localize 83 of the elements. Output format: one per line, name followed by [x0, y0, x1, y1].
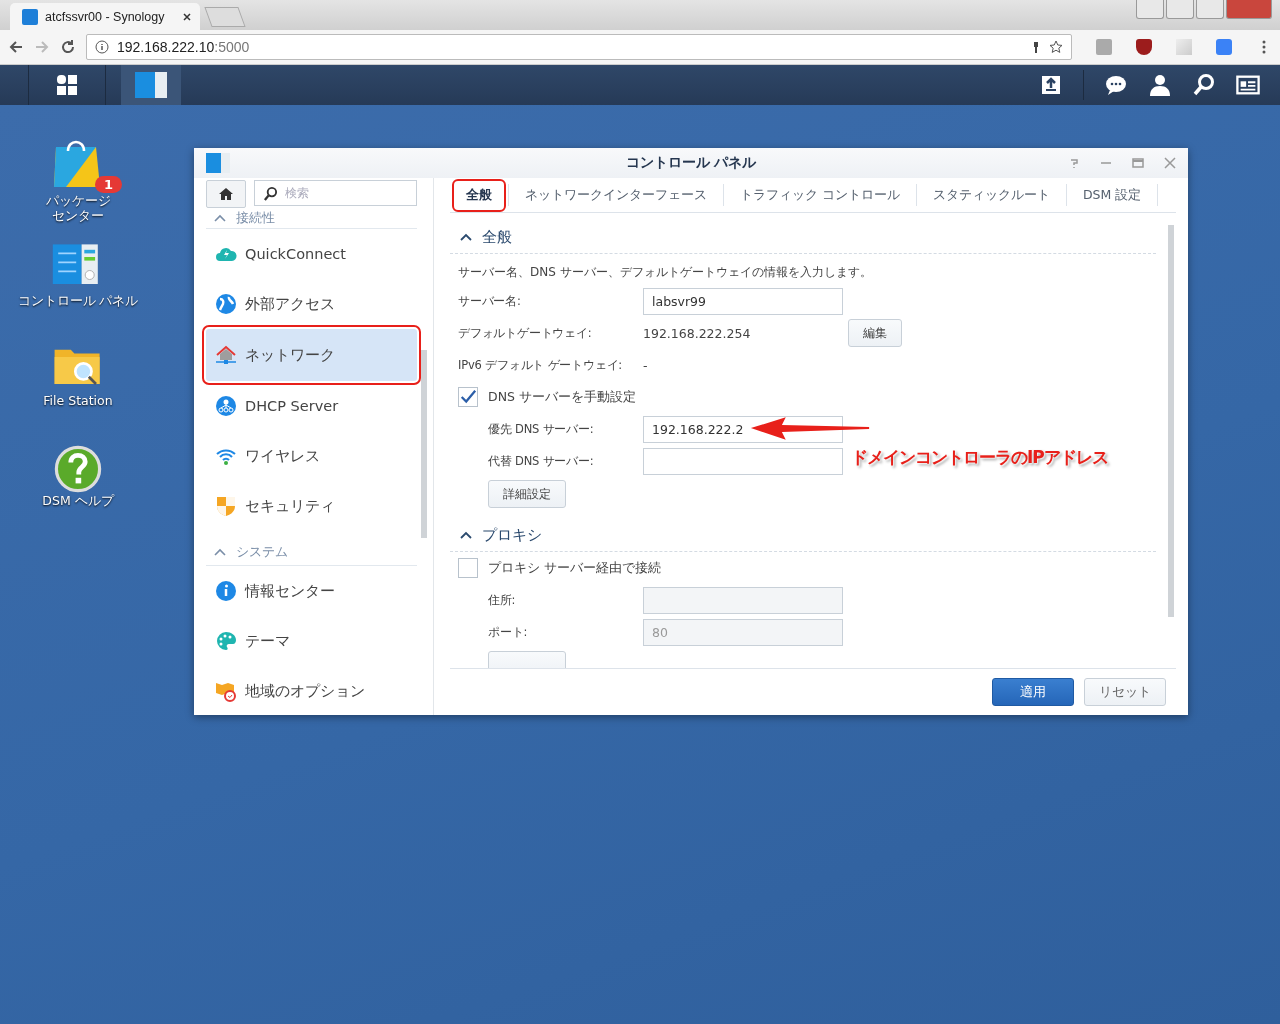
widgets-icon[interactable] — [1236, 73, 1260, 97]
field-label: 住所: — [488, 592, 517, 608]
sidebar-group-title: システム — [236, 543, 288, 561]
sidebar-item[interactable]: 地域のオプション — [206, 666, 417, 715]
edit-button[interactable]: 編集 — [848, 319, 902, 347]
checkbox[interactable] — [458, 387, 478, 407]
collapse-icon[interactable] — [460, 233, 472, 241]
checkbox-label[interactable]: DNS サーバーを手動設定 — [488, 388, 636, 406]
search-field[interactable]: 検索 — [254, 180, 417, 206]
tab[interactable]: ネットワークインターフェース — [509, 180, 723, 210]
sidebar-item[interactable]: 情報センター — [206, 566, 417, 616]
address-bar[interactable]: 192.168.222.10:5000 — [86, 34, 1072, 60]
dsm-favicon-icon — [22, 8, 38, 25]
home-icon — [218, 186, 234, 202]
shield-icon[interactable] — [1136, 39, 1152, 55]
browser-tab[interactable]: atcfssvr00 - Synology — [10, 3, 200, 30]
info-icon[interactable] — [95, 40, 109, 54]
notification-badge: 1 — [94, 176, 122, 193]
home-button[interactable] — [206, 180, 246, 208]
reload-icon[interactable] — [60, 39, 76, 55]
chat-icon[interactable] — [1104, 73, 1128, 97]
desktop-icon-label[interactable]: コントロール パネル — [17, 293, 139, 308]
sidebar-item[interactable]: DHCP Server — [206, 381, 417, 431]
field-label: サーバー名: — [458, 293, 522, 309]
info-icon — [215, 580, 237, 602]
close-icon[interactable] — [1164, 157, 1176, 169]
tab[interactable]: スタティックルート — [917, 180, 1066, 210]
help-icon[interactable] — [54, 445, 102, 493]
user-icon[interactable] — [1148, 73, 1172, 97]
collapse-icon[interactable] — [460, 531, 472, 539]
maximize-icon[interactable] — [1132, 157, 1144, 169]
field-label: 代替 DNS サーバー: — [488, 453, 595, 469]
window-title: コントロール パネル — [625, 154, 757, 172]
sidebar-item[interactable]: セキュリティ — [206, 481, 417, 531]
back-icon[interactable] — [8, 39, 24, 55]
network-nodes-icon — [215, 395, 237, 417]
checkbox[interactable] — [458, 558, 478, 578]
sidebar-item[interactable]: テーマ — [206, 616, 417, 666]
section-title: 全般 — [482, 227, 512, 247]
tab[interactable]: トラフィック コントロール — [724, 180, 916, 210]
sidebar-item[interactable]: QuickConnect — [206, 229, 417, 279]
map-clock-icon — [215, 680, 237, 702]
desktop-icon-label[interactable]: DSM ヘルプ — [42, 493, 114, 508]
restore-button[interactable] — [1196, 0, 1224, 19]
sidebar-item[interactable]: 外部アクセス — [206, 279, 417, 329]
reset-button[interactable]: リセット — [1084, 678, 1166, 706]
input-field[interactable]: labsvr99 — [643, 287, 843, 315]
section-description: サーバー名、DNS サーバー、デフォルトゲートウェイの情報を入力します。 — [458, 264, 873, 281]
house-icon — [215, 344, 237, 366]
palette-icon — [215, 630, 237, 652]
tab[interactable]: 全般 — [454, 180, 504, 210]
field-value: - — [643, 357, 649, 373]
globe-icon — [215, 293, 237, 315]
close-tab-icon[interactable] — [182, 11, 192, 22]
desktop-icon-label[interactable]: パッケージ — [45, 193, 111, 208]
field-label: IPv6 デフォルト ゲートウェイ: — [458, 357, 624, 373]
desktop-icon-label[interactable]: センター — [52, 208, 104, 223]
control-panel-task-button[interactable] — [121, 65, 181, 105]
checkbox-label[interactable]: プロキシ サーバー経由で接続 — [488, 559, 661, 577]
control-panel-icon — [206, 153, 230, 173]
upload-icon[interactable] — [1039, 73, 1063, 97]
star-icon[interactable] — [1049, 40, 1063, 54]
section-title: プロキシ — [482, 525, 542, 545]
scrollbar-thumb[interactable] — [421, 350, 427, 538]
apps-grid-icon — [55, 73, 79, 97]
annotation-caption: ドメインコントローラのIPアドレス — [851, 445, 1108, 469]
desktop-icon-label[interactable]: File Station — [43, 393, 113, 408]
sidebar-group-title: 接続性 — [236, 209, 275, 227]
apply-button[interactable]: 適用 — [992, 678, 1074, 706]
input-field[interactable] — [643, 447, 843, 475]
user-profile-button[interactable] — [1136, 0, 1164, 19]
field-label: デフォルトゲートウェイ: — [458, 325, 593, 341]
field-label: ポート: — [488, 624, 529, 640]
advanced-settings-button[interactable]: 詳細設定 — [488, 480, 566, 508]
scrollbar-thumb[interactable] — [1168, 225, 1174, 617]
sidebar-item[interactable]: ワイヤレス — [206, 431, 417, 481]
shield-icon — [215, 495, 237, 517]
search-icon[interactable] — [1192, 73, 1216, 97]
field-value: 192.168.222.254 — [643, 325, 752, 341]
tab[interactable]: DSM 設定 — [1067, 180, 1158, 210]
minimize-button[interactable] — [1166, 0, 1194, 19]
search-icon — [263, 186, 278, 201]
field-label: 優先 DNS サーバー: — [488, 421, 595, 437]
